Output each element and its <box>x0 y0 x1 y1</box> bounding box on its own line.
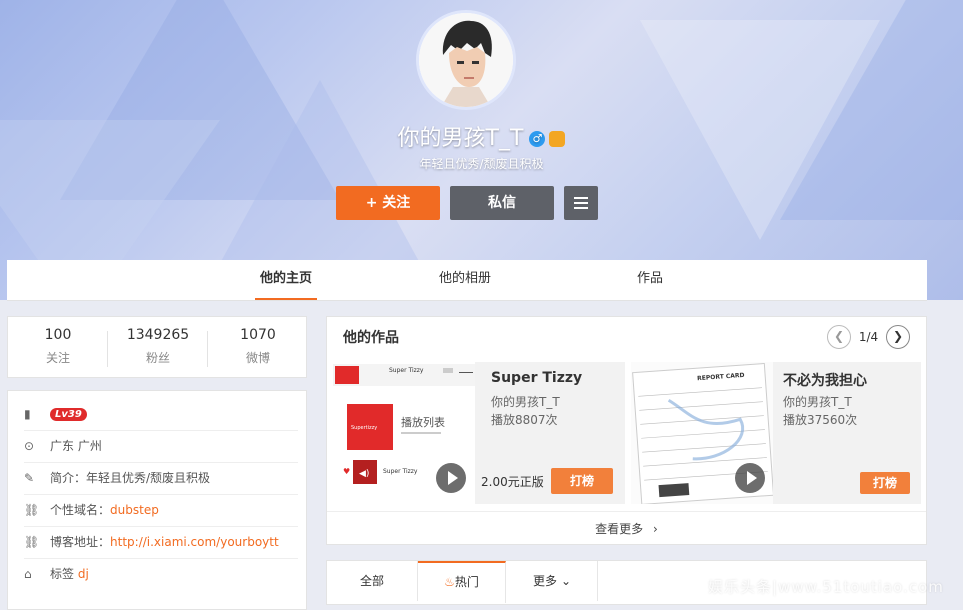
domain-link[interactable]: dubstep <box>110 503 159 517</box>
next-page-button[interactable]: ❯ <box>886 325 910 349</box>
profile-name-text: 你的男孩T_T <box>397 126 524 151</box>
location-row: ⊙ 广东 广州 <box>24 431 298 463</box>
work-title[interactable]: 不必为我担心 <box>783 370 867 390</box>
work-title[interactable]: Super Tizzy <box>491 370 582 386</box>
location-pin-icon: ⊙ <box>24 439 35 453</box>
link-icon: ⛓ <box>24 535 40 549</box>
stat-label: 粉丝 <box>145 351 170 365</box>
stat-label: 关注 <box>45 351 70 365</box>
work-plays: 播放8807次 <box>491 413 558 427</box>
rank-button[interactable]: 打榜 <box>860 472 910 494</box>
blog-row: ⛓ 博客地址：http://i.xiami.com/yourboytt <box>24 527 298 559</box>
message-button[interactable]: 私信 <box>450 186 554 220</box>
profile-name: 你的男孩T_T ♂ <box>300 120 663 152</box>
work-price: 2.00元正版 <box>481 475 544 489</box>
badge-icon <box>549 131 566 147</box>
subtab-more-label: 更多 <box>532 574 557 588</box>
stat-weibo[interactable]: 1070 微博 <box>208 327 308 366</box>
works-card: 他的作品 ❮ 1/4 ❯ Super Tizzy Supertizzy 播放列表… <box>326 316 927 545</box>
profile-motto: 年轻且优秀/颓废且积极 <box>419 157 544 171</box>
fire-icon: ♨ <box>444 575 455 589</box>
cover-text: Super Tizzy <box>389 367 424 374</box>
tab-works[interactable]: 作品 <box>637 260 663 300</box>
tag-link[interactable]: dj <box>78 567 89 581</box>
blog-label: 博客地址： <box>50 535 111 549</box>
cover-text: Supertizzy <box>351 425 377 431</box>
level-row: ▮ Lv39 <box>24 399 298 431</box>
play-icon <box>747 471 757 485</box>
chevron-down-icon: ⌄ <box>560 574 572 588</box>
stat-value: 100 <box>44 327 72 343</box>
intro-row: ✎ 简介：年轻且优秀/颓废且积极 <box>24 463 298 495</box>
play-button[interactable] <box>436 463 466 493</box>
chevron-right-icon: › <box>653 522 658 536</box>
domain-label: 个性域名： <box>50 503 111 517</box>
link-icon: ⛓ <box>24 503 40 517</box>
works-pager: ❮ 1/4 ❯ <box>827 325 910 349</box>
location-text: 广东 广州 <box>50 439 102 453</box>
works-title: 他的作品 <box>343 330 399 346</box>
stats-card: 100 关注 1349265 粉丝 1070 微博 <box>7 316 307 378</box>
blog-link[interactable]: http://i.xiami.com/yourboytt <box>110 535 279 549</box>
profile-tabs: 他的主页 他的相册 作品 <box>7 260 927 301</box>
view-more-label: 查看更多 <box>595 522 644 536</box>
work-plays: 播放37560次 <box>783 413 858 427</box>
domain-row: ⛓ 个性域名：dubstep <box>24 495 298 527</box>
tags-label: 标签 <box>50 567 75 581</box>
info-card: ▮ Lv39 ⊙ 广东 广州 ✎ 简介：年轻且优秀/颓废且积极 ⛓ 个性域名：d… <box>7 390 307 610</box>
subtab-all[interactable]: 全部 <box>327 561 418 601</box>
rank-button[interactable]: 打榜 <box>551 468 613 494</box>
male-icon: ♂ <box>529 131 546 147</box>
work-item[interactable]: Super Tizzy Supertizzy 播放列表 ♥ ◀) Super T… <box>333 362 625 504</box>
edit-icon: ✎ <box>24 471 35 485</box>
cover-text: 播放列表 <box>401 415 445 429</box>
view-more-link[interactable]: 查看更多 › <box>327 511 926 546</box>
intro-label: 简介： <box>50 471 87 485</box>
svg-text:♥: ♥ <box>343 467 350 476</box>
stat-fans[interactable]: 1349265 粉丝 <box>108 327 208 366</box>
subtab-hot-label: 热门 <box>454 575 479 589</box>
stat-label: 微博 <box>245 351 270 365</box>
subtab-more[interactable]: 更多 ⌄ <box>507 561 598 601</box>
avatar[interactable] <box>416 10 516 110</box>
subtab-hot[interactable]: ♨热门 <box>418 561 506 603</box>
work-artist[interactable]: 你的男孩T_T <box>783 393 852 410</box>
prev-page-button[interactable]: ❮ <box>827 325 852 349</box>
menu-button[interactable] <box>564 186 598 220</box>
work-item[interactable]: REPORT CARD 不必为我担心 你的男孩T_T 播放37560次 打榜 <box>631 362 921 505</box>
bookmark-icon: ▮ <box>24 407 31 421</box>
stat-following[interactable]: 100 关注 <box>8 327 108 366</box>
play-button[interactable] <box>735 463 765 493</box>
tag-icon: ⌂ <box>24 567 32 581</box>
follow-button[interactable]: + 关注 <box>336 186 440 220</box>
stat-value: 1349265 <box>126 327 190 343</box>
tab-album[interactable]: 他的相册 <box>439 260 491 300</box>
watermark: 娱乐头条|www.51toutiao.com <box>708 578 944 596</box>
svg-text:◀): ◀) <box>359 469 369 479</box>
cover-text: Super Tizzy <box>383 468 418 475</box>
stat-value: 1070 <box>240 327 276 343</box>
page-indicator: 1/4 <box>858 329 879 344</box>
level-badge: Lv39 <box>50 408 87 421</box>
work-artist[interactable]: 你的男孩T_T <box>491 393 560 410</box>
menu-icon <box>574 202 588 204</box>
tab-home[interactable]: 他的主页 <box>255 260 317 300</box>
tags-row: ⌂ 标签 dj <box>24 559 298 590</box>
intro-text: 年轻且优秀/颓废且积极 <box>86 471 211 485</box>
play-icon <box>448 471 458 485</box>
